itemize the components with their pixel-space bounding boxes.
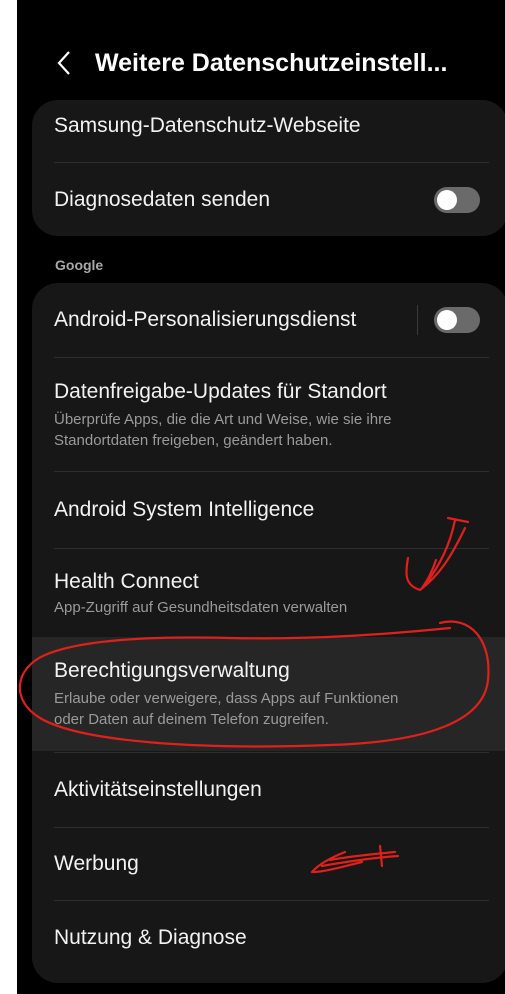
item-label: Android-Personalisierungsdienst (54, 308, 357, 331)
settings-screen: Weitere Datenschutzeinstell... Samsung-D… (17, 0, 505, 994)
top-app-bar: Weitere Datenschutzeinstell... (17, 28, 505, 98)
item-subtitle-line: oder Daten auf deinem Telefon zugreifen. (54, 711, 329, 728)
toggle-knob (437, 310, 457, 330)
back-button[interactable] (49, 43, 79, 83)
section-header-google: Google (55, 257, 104, 273)
item-label: Android System Intelligence (54, 498, 315, 521)
item-label: Nutzung & Diagnose (54, 926, 247, 949)
list-item-advertising[interactable]: Werbung (32, 828, 505, 900)
list-item-data-sharing-updates-location[interactable]: Datenfreigabe-Updates für Standort Überp… (32, 358, 505, 471)
page-title: Weitere Datenschutzeinstell... (95, 48, 448, 77)
vertical-separator (417, 305, 418, 335)
list-item-android-system-intelligence[interactable]: Android System Intelligence (32, 472, 505, 548)
item-label: Diagnosedaten senden (54, 187, 271, 211)
item-subtitle: Erlaube oder verweigere, dass Apps auf F… (54, 688, 398, 730)
personalization-service-toggle[interactable] (434, 307, 480, 333)
item-label: Datenfreigabe-Updates für Standort (54, 379, 387, 403)
item-label: Samsung-Datenschutz-Webseite (54, 114, 361, 137)
item-label: Werbung (54, 852, 139, 875)
list-item-send-diagnostic-data[interactable]: Diagnosedaten senden (32, 163, 505, 236)
item-subtitle: App-Zugriff auf Gesundheitsdaten verwalt… (54, 598, 348, 616)
item-subtitle: Überprüfe Apps, die die Art und Weise, w… (54, 409, 391, 451)
item-label: Berechtigungsverwaltung (54, 659, 290, 682)
list-item-android-personalization-service[interactable]: Android-Personalisierungsdienst (32, 283, 505, 357)
toggle-knob (437, 190, 457, 210)
item-subtitle-line: Überprüfe Apps, die die Art und Weise, w… (54, 410, 392, 428)
item-label: Aktivitätseinstellungen (54, 778, 262, 801)
item-label: Health Connect (54, 569, 199, 593)
privacy-settings-card: Samsung-Datenschutz-Webseite Diagnosedat… (32, 100, 505, 236)
item-subtitle-line: Standortdaten freigeben, geändert haben. (54, 431, 333, 449)
diagnostic-data-toggle[interactable] (434, 187, 480, 213)
item-subtitle-line: Erlaube oder verweigere, dass Apps auf F… (54, 690, 399, 707)
list-item-activity-settings[interactable]: Aktivitätseinstellungen (32, 753, 505, 827)
list-item-health-connect[interactable]: Health Connect App-Zugriff auf Gesundhei… (32, 549, 505, 637)
list-item-samsung-privacy-website[interactable]: Samsung-Datenschutz-Webseite (32, 100, 505, 152)
list-item-usage-and-diagnostics[interactable]: Nutzung & Diagnose (32, 901, 505, 975)
google-settings-card: Android-Personalisierungsdienst Datenfre… (32, 283, 505, 983)
chevron-left-icon (57, 51, 70, 75)
list-item-permission-manager[interactable]: Berechtigungsverwaltung Erlaube oder ver… (32, 637, 505, 751)
